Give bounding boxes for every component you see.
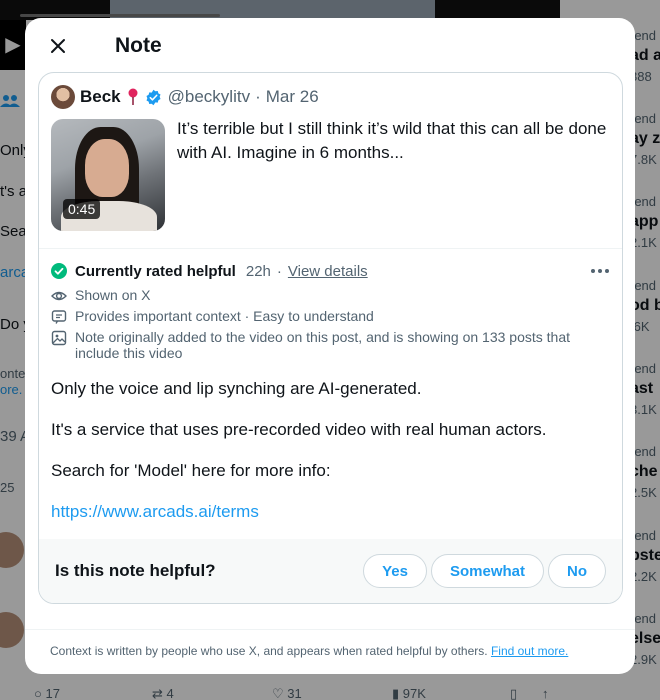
post-text: It’s terrible but I still think it’s wil… (177, 119, 607, 162)
separator-dot: · (255, 87, 261, 106)
thumbnail-face (85, 139, 129, 197)
rate-somewhat-button[interactable]: Somewhat (430, 554, 544, 588)
image-icon (51, 330, 67, 346)
author-handle[interactable]: @beckylitv (168, 87, 250, 107)
rate-no-button[interactable]: No (548, 554, 606, 588)
note-meta-text: Note originally added to the video on th… (75, 329, 570, 361)
rating-question: Is this note helpful? (55, 561, 216, 580)
note-source-link[interactable]: https://www.arcads.ai/terms (51, 502, 259, 521)
note-meta-text: Shown on X (75, 287, 151, 303)
note-time: 22h (245, 262, 271, 280)
comment-box-icon (51, 310, 67, 324)
video-thumbnail[interactable]: 0:45 (51, 119, 165, 231)
quoted-post[interactable]: Beck @beckylitv · Mar 26 0:45 It’s terri… (39, 73, 622, 249)
rate-yes-button[interactable]: Yes (363, 554, 427, 588)
author-row: Beck @beckylitv · Mar 26 (51, 85, 610, 109)
close-icon (51, 39, 65, 53)
find-out-more-link[interactable]: Find out more. (491, 644, 568, 658)
view-details-link[interactable]: View details (288, 263, 368, 280)
note-meta-text: Provides important context · Easy to und… (75, 308, 374, 324)
separator-dot: · (276, 262, 282, 280)
post-date[interactable]: Mar 26 (266, 87, 319, 107)
avatar[interactable] (51, 85, 75, 109)
note-meta-context: Provides important context · Easy to und… (51, 308, 610, 325)
red-pin-icon (128, 88, 138, 105)
note-meta-origin: Note originally added to the video on th… (51, 329, 610, 361)
note-meta-shown: Shown on X (51, 287, 610, 304)
close-button[interactable] (41, 29, 75, 63)
verified-badge-icon (146, 89, 161, 105)
note-card: Beck @beckylitv · Mar 26 0:45 It’s terri… (38, 72, 623, 604)
footer-text: Context is written by people who use X, … (50, 644, 488, 658)
community-note: Currently rated helpful 22h · View detai… (39, 249, 622, 524)
modal-header: Note (25, 18, 635, 74)
note-modal: Note Beck @beckylitv · Mar 26 0:45 It’s … (25, 18, 635, 674)
more-dots-icon[interactable] (590, 261, 610, 281)
note-status: Currently rated helpful (75, 262, 236, 280)
check-circle-icon (51, 263, 67, 279)
author-name[interactable]: Beck (80, 87, 121, 107)
note-paragraph: Only the voice and lip synching are AI-g… (51, 379, 422, 398)
eye-icon (51, 291, 67, 301)
note-status-row: Currently rated helpful 22h · View detai… (51, 261, 610, 281)
video-duration: 0:45 (63, 199, 101, 219)
note-body: Only the voice and lip synching are AI-g… (51, 377, 610, 524)
note-paragraph: It's a service that uses pre-recorded vi… (51, 420, 547, 439)
modal-footer: Context is written by people who use X, … (25, 629, 635, 674)
modal-title: Note (115, 34, 162, 57)
rating-bar: Is this note helpful? Yes Somewhat No (39, 539, 622, 603)
note-paragraph: Search for 'Model' here for more info: (51, 461, 331, 480)
